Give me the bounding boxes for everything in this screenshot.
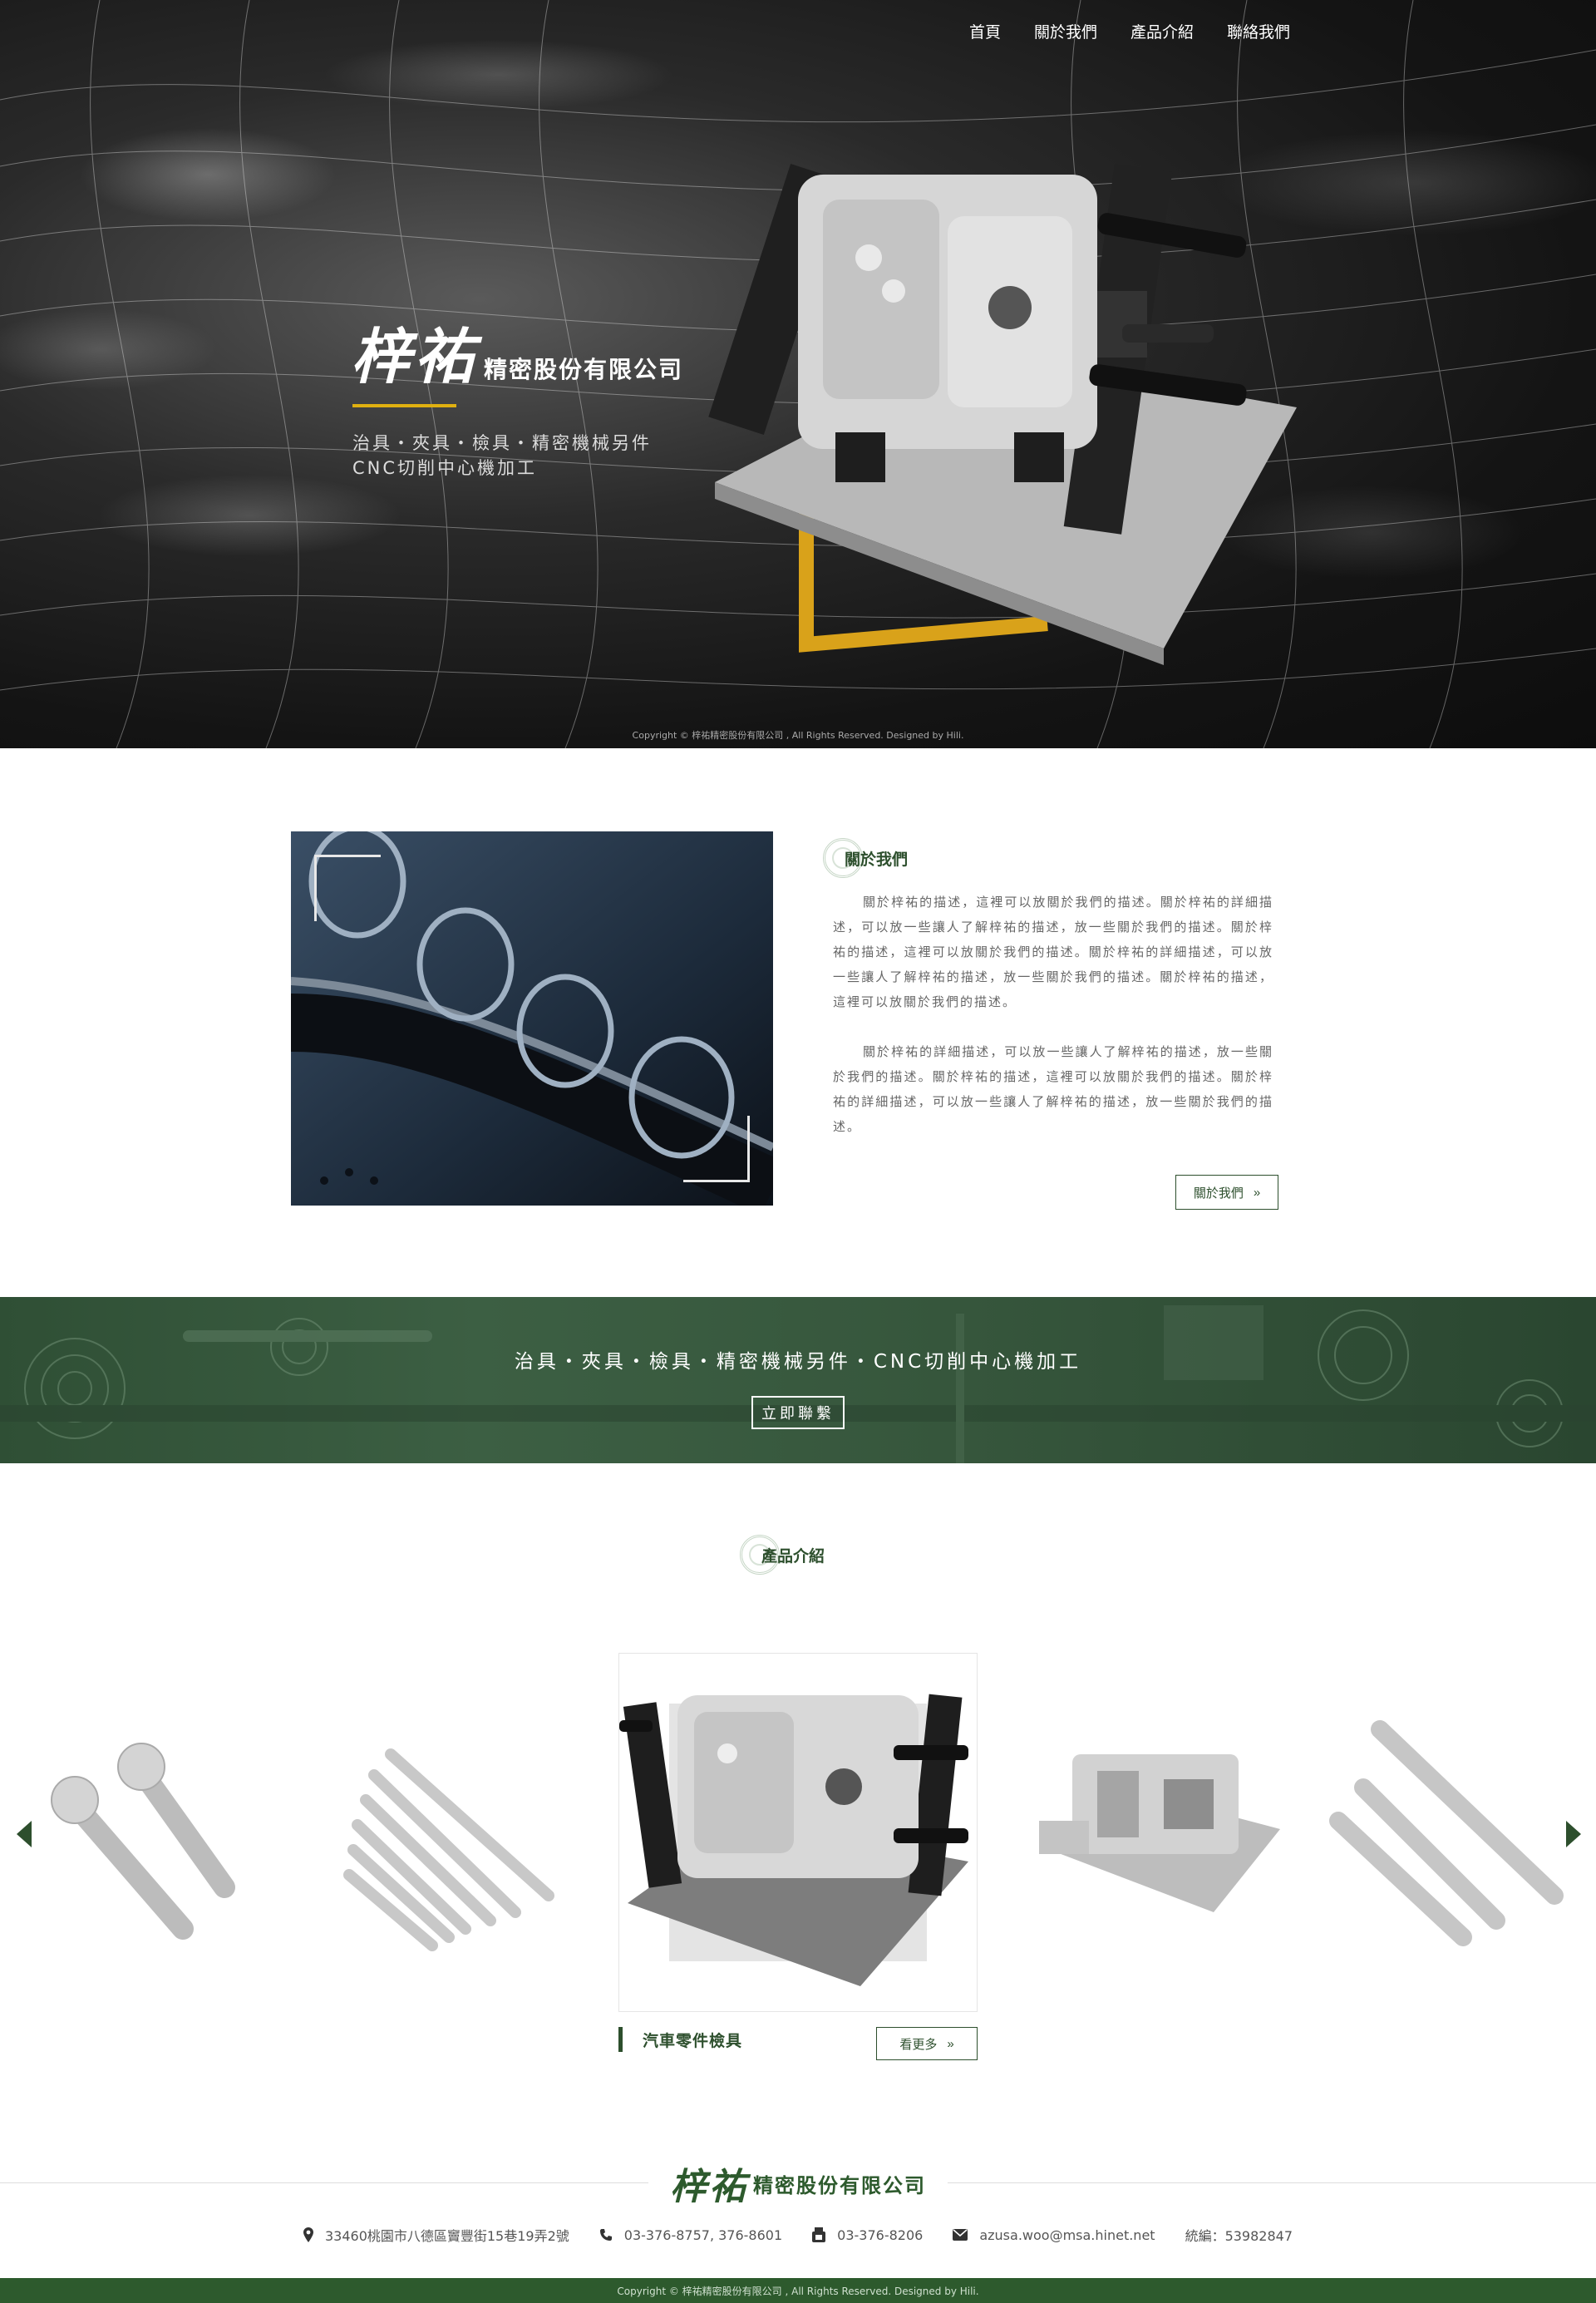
about-us-button[interactable]: 關於我們 » bbox=[1175, 1175, 1278, 1210]
footer-brand-small: 精密股份有限公司 bbox=[753, 2172, 926, 2197]
hero-copyright: Copyright © 梓祐精密股份有限公司 , All Rights Rese… bbox=[632, 730, 964, 741]
footer-brand-logo: 梓祐 精密股份有限公司 bbox=[648, 2160, 948, 2208]
featured-product-name: 汽車零件檢具 bbox=[643, 2031, 743, 2050]
featured-product-label: 汽車零件檢具 bbox=[618, 2027, 742, 2052]
cta-banner: 治具・夾具・檢具・精密機械另件・CNC切削中心機加工 立即聯繫 bbox=[0, 1297, 1596, 1463]
hero-gold-divider bbox=[352, 404, 456, 407]
page: 首頁 關於我們 產品介紹 聯絡我們 梓祐 精密股份有限公司 治具・夾具・檢具・精密… bbox=[0, 0, 1596, 2303]
hero-subtitle-line2: CNC切削中心機加工 bbox=[352, 458, 538, 478]
about-title-text: 關於我們 bbox=[845, 850, 909, 869]
hero-fixture-image bbox=[708, 164, 1297, 665]
about-description: 關於梓祐的描述，這裡可以放關於我們的描述。關於梓祐的詳細描述，可以放一些讓人了解… bbox=[833, 890, 1273, 1164]
envelope-icon bbox=[953, 2229, 968, 2241]
nav-contact[interactable]: 聯絡我們 bbox=[1227, 20, 1290, 42]
see-more-button-label: 看更多 bbox=[899, 2037, 938, 2052]
double-chevron-right-icon: » bbox=[947, 2036, 954, 2051]
hero-subtitle-line1: 治具・夾具・檢具・精密機械另件 bbox=[352, 433, 652, 453]
hero-subtitle: 治具・夾具・檢具・精密機械另件 CNC切削中心機加工 bbox=[352, 431, 652, 481]
hero-section: 首頁 關於我們 產品介紹 聯絡我們 梓祐 精密股份有限公司 治具・夾具・檢具・精密… bbox=[0, 0, 1596, 748]
about-us-button-label: 關於我們 bbox=[1193, 1186, 1244, 1201]
phone-icon bbox=[599, 2229, 612, 2241]
nav-about[interactable]: 關於我們 bbox=[1034, 20, 1097, 42]
nav-home[interactable]: 首頁 bbox=[969, 20, 1001, 42]
about-paragraph-1: 關於梓祐的描述，這裡可以放關於我們的描述。關於梓祐的詳細描述，可以放一些讓人了解… bbox=[833, 895, 1273, 1009]
hero-brand-logo: 梓祐 精密股份有限公司 bbox=[351, 308, 683, 395]
carousel-prev-arrow-icon[interactable] bbox=[17, 1821, 32, 1847]
banner-tagline: 治具・夾具・檢具・精密機械另件・CNC切削中心機加工 bbox=[514, 1351, 1082, 1373]
about-image bbox=[291, 831, 773, 1206]
nav-products[interactable]: 產品介紹 bbox=[1130, 20, 1194, 42]
contact-phone[interactable]: 03-376-8757, 376-8601 bbox=[599, 2225, 782, 2245]
contact-fax-text: 03-376-8206 bbox=[837, 2227, 924, 2243]
map-pin-icon bbox=[303, 2227, 313, 2242]
contact-fax: 03-376-8206 bbox=[812, 2225, 923, 2245]
product-shafts-image[interactable] bbox=[324, 1663, 590, 1979]
double-chevron-right-icon: » bbox=[1253, 1185, 1261, 1200]
contact-now-button[interactable]: 立即聯繫 bbox=[751, 1396, 845, 1429]
footer-copyright-bar: Copyright © 梓祐精密股份有限公司 , All Rights Rese… bbox=[0, 2278, 1596, 2303]
product-inspection-fixture-image bbox=[619, 1694, 968, 1986]
see-more-button[interactable]: 看更多 » bbox=[876, 2027, 978, 2060]
product-card-featured[interactable] bbox=[618, 1653, 978, 2012]
product-tapered-rods-image[interactable] bbox=[1313, 1663, 1579, 1979]
product-ball-pins-image[interactable] bbox=[33, 1663, 299, 1979]
footer-contact-info: 33460桃園市八德區竇豐街15巷19弄2號 03-376-8757, 376-… bbox=[0, 2225, 1596, 2245]
fax-icon bbox=[812, 2227, 826, 2242]
about-section-title: 關於我們 bbox=[823, 838, 908, 878]
banner-background-pattern bbox=[0, 1305, 1596, 1463]
label-accent-bar bbox=[618, 2027, 623, 2052]
hero-brand-big: 梓祐 bbox=[351, 321, 478, 392]
contact-email[interactable]: azusa.woo@msa.hinet.net bbox=[953, 2225, 1155, 2245]
hero-brand-small: 精密股份有限公司 bbox=[484, 356, 684, 383]
footer-copyright: Copyright © 梓祐精密股份有限公司 , All Rights Rese… bbox=[617, 2285, 979, 2297]
contact-tax-id-text: 統編：53982847 bbox=[1185, 2228, 1293, 2244]
product-machined-block-image[interactable] bbox=[1022, 1663, 1288, 1979]
products-title-text: 產品介紹 bbox=[761, 1546, 825, 1566]
contact-email-text: azusa.woo@msa.hinet.net bbox=[979, 2227, 1155, 2243]
about-image-corner-top-left bbox=[314, 855, 381, 921]
contact-address: 33460桃園市八德區竇豐街15巷19弄2號 bbox=[303, 2225, 569, 2245]
about-image-corner-bottom-right bbox=[683, 1116, 750, 1182]
about-paragraph-2: 關於梓祐的詳細描述，可以放一些讓人了解梓祐的描述，放一些關於我們的描述。關於梓祐… bbox=[833, 1044, 1273, 1134]
footer-brand-big: 梓祐 bbox=[670, 2166, 748, 2208]
contact-address-text: 33460桃園市八德區竇豐街15巷19弄2號 bbox=[324, 2228, 569, 2244]
products-section-title: 產品介紹 bbox=[740, 1535, 825, 1575]
main-nav: 首頁 關於我們 產品介紹 聯絡我們 bbox=[969, 20, 1290, 42]
contact-phone-text: 03-376-8757, 376-8601 bbox=[623, 2227, 783, 2243]
contact-tax-id: 統編：53982847 bbox=[1185, 2225, 1293, 2245]
